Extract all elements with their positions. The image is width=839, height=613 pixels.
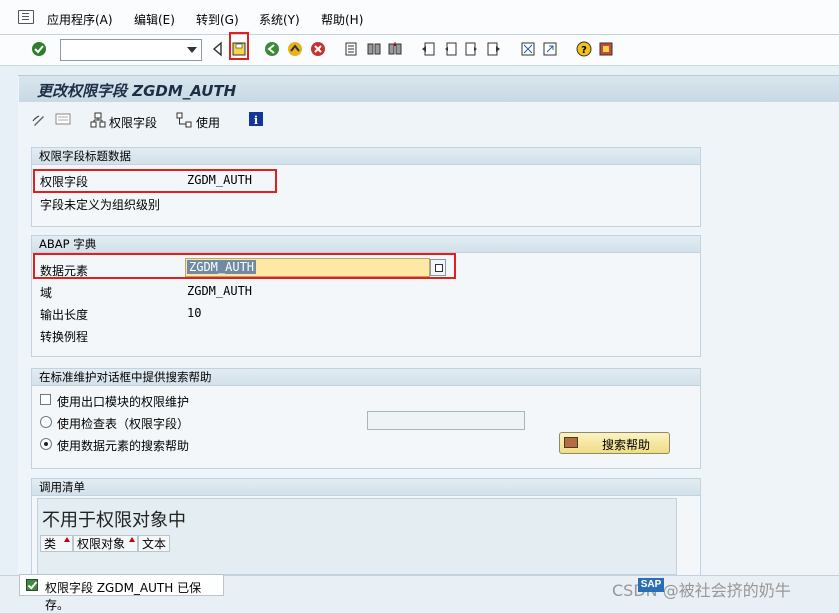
- sort-icon: [64, 537, 70, 542]
- output-length-label: 输出长度: [40, 308, 89, 322]
- menu-bar: 应用程序(A) 编辑(E) 转到(G) 系统(Y) 帮助(H): [0, 0, 839, 35]
- where-used-table-title: 不用于权限对象中: [42, 510, 186, 531]
- menu-system[interactable]: 系统(Y): [259, 11, 300, 28]
- column-header-auth-object[interactable]: 权限对象: [73, 535, 138, 552]
- check-table-label: 使用检查表（权限字段）: [57, 417, 190, 431]
- display-change-icon[interactable]: [31, 112, 47, 128]
- svg-text:i: i: [254, 114, 258, 126]
- search-help-title: 在标准维护对话框中提供搜索帮助: [32, 369, 700, 386]
- back-icon[interactable]: [264, 41, 280, 57]
- column-header-class-label: 类: [44, 537, 57, 551]
- data-element-help-radio[interactable]: [40, 438, 52, 450]
- first-page-icon[interactable]: [420, 41, 436, 57]
- layout-icon[interactable]: [598, 41, 614, 57]
- help-icon[interactable]: ?: [576, 41, 592, 57]
- exit-module-label: 使用出口模块的权限维护: [57, 395, 190, 409]
- check-table-radio[interactable]: [40, 416, 52, 428]
- hierarchy-icon[interactable]: [90, 112, 106, 128]
- prev-page-icon[interactable]: [442, 41, 458, 57]
- menu-application[interactable]: 应用程序(A): [47, 11, 113, 28]
- status-message-box[interactable]: 权限字段 ZGDM_AUTH 已保存。: [19, 574, 224, 612]
- last-page-icon[interactable]: [486, 41, 502, 57]
- cancel-icon[interactable]: [310, 41, 326, 57]
- application-toolbar: 权限字段 使用 i: [19, 108, 839, 134]
- conversion-routine-label: 转换例程: [40, 330, 89, 344]
- column-header-text[interactable]: 文本: [138, 535, 170, 552]
- sort-icon: [129, 537, 135, 542]
- status-message: 权限字段 ZGDM_AUTH 已保存。: [45, 581, 202, 612]
- abap-dictionary-title: ABAP 字典: [32, 236, 700, 253]
- domain-label: 域: [40, 286, 53, 300]
- search-help-button[interactable]: 搜索帮助: [559, 432, 670, 454]
- info-icon[interactable]: i: [249, 112, 263, 126]
- command-field[interactable]: [60, 39, 202, 61]
- standard-toolbar: ?: [0, 35, 839, 66]
- usage-button-label[interactable]: 使用: [196, 114, 220, 131]
- search-help-icon: [564, 437, 578, 448]
- next-page-icon[interactable]: [464, 41, 480, 57]
- sap-logo: SAP: [638, 578, 664, 592]
- domain-value: ZGDM_AUTH: [187, 284, 253, 298]
- shortcut-icon[interactable]: [542, 41, 558, 57]
- print-icon[interactable]: [343, 41, 359, 57]
- chevron-down-icon[interactable]: [187, 47, 197, 53]
- column-header-text-label: 文本: [142, 537, 167, 551]
- org-level-note: 字段未定义为组织级别: [40, 198, 161, 212]
- find-icon[interactable]: [366, 41, 382, 57]
- where-used-icon[interactable]: [176, 112, 192, 128]
- search-help-button-label: 搜索帮助: [602, 438, 651, 452]
- system-menu-icon[interactable]: [18, 10, 34, 24]
- auth-field-highlight: [33, 169, 277, 193]
- enter-icon[interactable]: [31, 41, 47, 57]
- check-table-input[interactable]: [367, 411, 525, 430]
- data-element-highlight: [33, 253, 456, 279]
- other-object-icon[interactable]: [55, 113, 71, 125]
- auth-field-button-label[interactable]: 权限字段: [109, 114, 157, 131]
- exit-icon[interactable]: [287, 41, 303, 57]
- page-title: 更改权限字段 ZGDM_AUTH: [37, 82, 237, 100]
- output-length-value: 10: [187, 306, 202, 320]
- column-header-auth-object-label: 权限对象: [77, 537, 126, 551]
- menu-help[interactable]: 帮助(H): [321, 11, 363, 28]
- find-next-icon[interactable]: [387, 41, 403, 57]
- save-highlight: [229, 32, 249, 60]
- where-used-title: 调用清单: [32, 479, 700, 496]
- menu-edit[interactable]: 编辑(E): [134, 11, 175, 28]
- column-header-class[interactable]: 类: [40, 535, 73, 552]
- success-check-icon: [26, 579, 38, 591]
- svg-text:?: ?: [581, 45, 587, 56]
- exit-module-checkbox[interactable]: [40, 394, 51, 405]
- header-data-title: 权限字段标题数据: [32, 148, 700, 165]
- menu-goto[interactable]: 转到(G): [196, 11, 239, 28]
- data-element-help-label: 使用数据元素的搜索帮助: [57, 439, 190, 453]
- create-session-icon[interactable]: [520, 41, 536, 57]
- back-nav-icon[interactable]: [210, 41, 226, 57]
